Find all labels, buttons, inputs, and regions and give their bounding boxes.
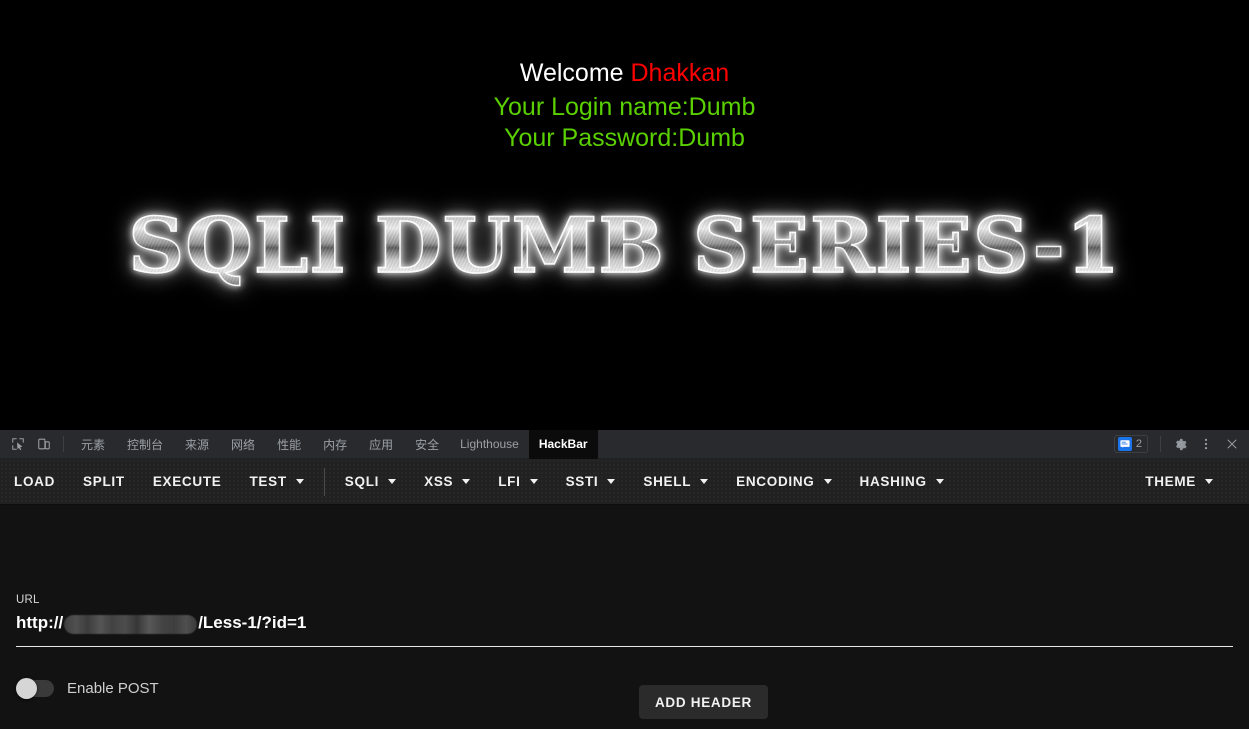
chevron-down-icon	[295, 479, 304, 484]
devtools-panel: 元素 控制台 来源 网络 性能 内存 应用 安全 Lighthouse Hack…	[0, 429, 1249, 729]
hackbar-menu-xss-label: XSS	[424, 474, 454, 489]
enable-post-row: Enable POST	[16, 678, 159, 699]
hackbar-menu-bar: LOAD SPLIT EXECUTE TEST SQLI XSS LFI SST…	[0, 459, 1249, 505]
url-host-redacted	[64, 614, 198, 634]
hackbar-menu-encoding[interactable]: ENCODING	[722, 459, 845, 505]
enable-post-toggle[interactable]	[16, 678, 54, 699]
chevron-down-icon	[462, 479, 471, 484]
more-vertical-icon[interactable]	[1193, 431, 1219, 457]
devtools-toolbar-right: 2	[1113, 431, 1249, 457]
chevron-down-icon	[388, 479, 397, 484]
hackbar-menu-test-label: TEST	[249, 474, 287, 489]
issues-counter[interactable]: 2	[1113, 435, 1148, 453]
add-header-button[interactable]: ADD HEADER	[639, 685, 768, 719]
chevron-down-icon	[823, 479, 832, 484]
hackbar-menu-ssti[interactable]: SSTI	[552, 459, 630, 505]
issues-count-label: 2	[1135, 438, 1142, 450]
hackbar-menu-xss[interactable]: XSS	[410, 459, 484, 505]
close-icon[interactable]	[1219, 431, 1245, 457]
password-line: Your Password:Dumb	[504, 124, 745, 152]
hackbar-menu-shell-label: SHELL	[643, 474, 692, 489]
hackbar-menu-sqli-label: SQLI	[344, 474, 380, 489]
hackbar-menu-divider	[323, 467, 325, 496]
tab-network[interactable]: 网络	[220, 430, 266, 459]
hackbar-menu-encoding-label: ENCODING	[736, 474, 815, 489]
hackbar-menu-hashing-label: HASHING	[859, 474, 927, 489]
hackbar-menu-split-label: SPLIT	[83, 474, 125, 489]
hackbar-menu-test[interactable]: TEST	[235, 459, 317, 505]
tab-lighthouse[interactable]: Lighthouse	[450, 430, 529, 459]
tab-application[interactable]: 应用	[358, 430, 404, 459]
url-scheme: http://	[16, 613, 64, 632]
toolbar-divider-right	[1160, 436, 1161, 452]
chevron-down-icon	[607, 479, 616, 484]
hackbar-menu-ssti-label: SSTI	[565, 474, 599, 489]
devtools-tab-list: 元素 控制台 来源 网络 性能 内存 应用 安全 Lighthouse Hack…	[70, 429, 1114, 459]
hackbar-menu-load-label: LOAD	[14, 474, 56, 489]
gear-icon[interactable]	[1167, 431, 1193, 457]
tab-elements[interactable]: 元素	[70, 430, 116, 459]
url-path: /Less-1/?id=1	[198, 613, 307, 632]
toggle-knob	[16, 678, 37, 699]
toolbar-divider	[63, 436, 64, 452]
hackbar-menu-theme[interactable]: THEME	[1131, 459, 1227, 505]
tab-console[interactable]: 控制台	[116, 430, 174, 459]
message-badge-icon	[1117, 437, 1132, 451]
chevron-down-icon	[935, 479, 944, 484]
url-input[interactable]: http:// /Less-1/?id=1	[16, 610, 1233, 636]
chevron-down-icon	[1205, 479, 1213, 484]
device-toolbar-icon[interactable]	[31, 431, 57, 457]
inspect-element-icon[interactable]	[5, 431, 31, 457]
tab-performance[interactable]: 性能	[266, 430, 312, 459]
url-input-underline	[16, 646, 1233, 647]
login-name-line: Your Login name:Dumb	[493, 93, 756, 121]
tab-sources[interactable]: 来源	[174, 430, 220, 459]
welcome-username: Dhakkan	[630, 59, 730, 87]
hackbar-menu-theme-label: THEME	[1145, 474, 1196, 489]
hackbar-menu-execute[interactable]: EXECUTE	[139, 459, 236, 505]
url-field-label: URL	[16, 594, 40, 606]
hackbar-menu-lfi-label: LFI	[498, 474, 521, 489]
site-logo: SQLI DUMB SERIES-1	[0, 202, 1249, 290]
tab-security[interactable]: 安全	[404, 430, 450, 459]
chevron-down-icon	[529, 479, 538, 484]
hackbar-menu-load[interactable]: LOAD	[0, 459, 69, 505]
hackbar-menu-lfi[interactable]: LFI	[484, 459, 551, 505]
devtools-tabbar: 元素 控制台 来源 网络 性能 内存 应用 安全 Lighthouse Hack…	[0, 429, 1249, 459]
tab-hackbar[interactable]: HackBar	[528, 429, 598, 459]
welcome-greeting: Welcome	[519, 59, 631, 87]
tab-memory[interactable]: 内存	[312, 430, 358, 459]
hackbar-menu-hashing[interactable]: HASHING	[846, 459, 958, 505]
web-page-content: Welcome Dhakkan Your Login name:Dumb You…	[0, 0, 1249, 429]
site-logo-text: SQLI DUMB SERIES-1	[118, 202, 1131, 290]
hackbar-body: URL http:// /Less-1/?id=1 Enable POST ADD…	[0, 505, 1249, 729]
welcome-line: Welcome Dhakkan	[0, 58, 1249, 92]
chevron-down-icon	[700, 479, 709, 484]
hackbar-menu-sqli[interactable]: SQLI	[331, 459, 410, 505]
url-field-group: URL http:// /Less-1/?id=1	[16, 594, 1233, 647]
enable-post-label: Enable POST	[67, 680, 159, 697]
welcome-block: Welcome Dhakkan Your Login name:Dumb You…	[0, 58, 1249, 154]
hackbar-menu-split[interactable]: SPLIT	[69, 459, 139, 505]
hackbar-menu-shell[interactable]: SHELL	[629, 459, 722, 505]
hackbar-menu-execute-label: EXECUTE	[152, 474, 222, 489]
